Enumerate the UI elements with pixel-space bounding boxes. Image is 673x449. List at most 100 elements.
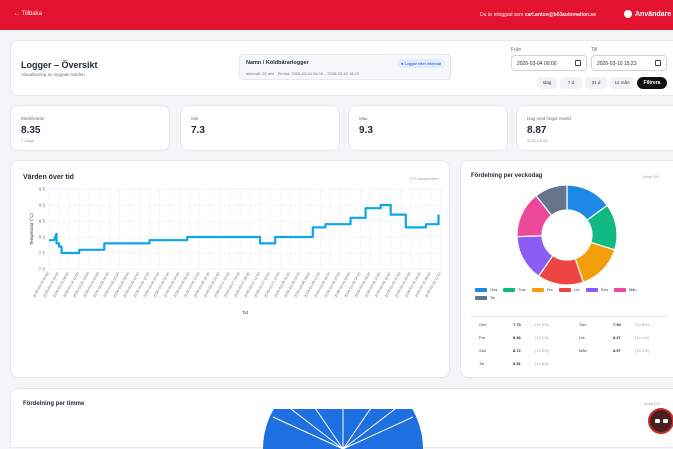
weekday-row: Lör 8.47 (14.1%) [575,335,671,343]
legend-swatch [475,295,487,300]
quick-31d-button[interactable]: 31 d [585,77,607,89]
stat-card-best-day: Dag med högst medel 8.87 2026-03-08 [516,105,673,151]
weekday-day: Lör [579,335,585,340]
legend-swatch [558,287,571,292]
to-date-input[interactable]: 2026-03-10 15:23 [591,55,667,71]
legend-swatch [585,287,598,292]
weekday-day: Sön [479,348,487,353]
weekday-value: 7.94 [613,322,621,327]
weekday-pct: (14.9%) [535,322,550,327]
from-label: Från [511,47,522,53]
y-tick-label: 9.5 [39,187,46,192]
x-axis-label: Tid [242,310,249,315]
legend-item[interactable]: Sön [585,287,608,292]
user-menu[interactable]: Användare⌄ [624,10,673,18]
weekday-row: Tis 8.51 (14.6%) [475,361,571,369]
weekday-row: Tors 7.94 (13.6%) [575,322,671,330]
stat-value: 8.87 [527,125,547,136]
weekday-pct: (13.6%) [635,322,650,327]
legend-swatch [475,287,487,292]
weekday-legend: Ons Tors Fre Lör Sön Mån Tis [475,287,665,303]
stat-sub: 2026-03-08 [527,138,548,143]
user-label: Användare [635,10,672,18]
legend-item[interactable]: Ons [475,287,497,292]
legend-item[interactable]: Tors [503,287,526,292]
weekday-value: 8.36 [513,335,521,340]
hour-title: Fördelning per timme [23,401,85,407]
legend-label: Lör [573,287,580,292]
stat-card-mean: Medelvärde 8.35 7 dagar [10,105,170,151]
logger-name: Namn / Köldbärarlogger [246,60,309,66]
line-chart[interactable]: 7.07.58.08.59.09.52026-03-04 00:002026-0… [11,161,451,379]
stat-label: Dag med högst medel [527,116,572,121]
weekday-day: Fre [479,335,485,340]
legend-label: Mån [628,287,637,292]
weekday-row: Fre 8.36 (14.1%) [475,335,571,343]
legend-label: Tis [490,295,496,300]
weekday-card: Fördelning per veckodag Antal (%) Ons Tor… [460,160,673,378]
legend-item[interactable]: Tis [475,295,495,300]
quick-today-button[interactable]: Idag [537,77,557,89]
back-link[interactable]: ← Tillbaka [14,11,42,17]
page-title: Logger – Översikt [21,60,98,70]
stat-value: 7.3 [191,125,205,136]
weekday-row: Sön 8.72 (14.9%) [475,348,571,356]
quick-12m-button[interactable]: 12 mån [610,77,634,89]
stat-label: Max [359,116,368,121]
calendar-icon[interactable] [575,60,581,66]
legend-item[interactable]: Fre [531,287,553,292]
weekday-value: 8.57 [613,348,621,353]
legend-swatch [503,287,516,292]
stat-label: Min [191,116,199,121]
stat-label: Medelvärde [21,116,45,121]
y-tick-label: 8.5 [39,219,46,224]
hour-card: Fördelning per timme Antal (%) [10,388,673,449]
y-axis-label: Temperatur (°C) [29,212,34,245]
logger-info-box: Namn / Köldbärarlogger ● Loggar efter in… [239,54,451,80]
stat-value: 8.35 [21,125,41,136]
logged-user: carl.anton@b03automation.se [524,12,597,18]
hour-unit: Antal (%) [644,401,661,406]
stat-card-max: Max 9.3 [348,105,508,151]
weekday-value: 7.73 [513,322,521,327]
weekday-day: Tis [479,361,485,366]
legend-label: Fre [546,287,553,292]
legend-swatch [531,287,544,292]
series-line [49,203,440,255]
weekday-value: 8.51 [513,361,521,366]
weekday-row: Ons 7.73 (14.9%) [475,322,571,330]
assistant-bot-icon[interactable] [648,408,673,434]
page-subtitle: Visualisering av loggade värden [21,72,85,77]
weekday-pct: (14.6%) [535,361,550,366]
weekday-pct: (15.2%) [635,348,650,353]
y-tick-label: 8.0 [39,235,46,240]
stat-sub: 7 dagar [21,138,35,143]
logger-meta: Intervall: 20 min Period: 2026-03-04 00:… [246,71,359,76]
stat-value: 9.3 [359,125,373,136]
y-tick-label: 7.5 [39,251,46,256]
legend-item[interactable]: Lör [558,287,580,292]
stat-card-min: Min 7.3 [180,105,340,151]
legend-swatch [613,287,626,292]
interval-badge: ● Loggar efter intervall [397,59,445,68]
weekday-value: 8.47 [613,335,621,340]
to-label: Till [591,47,598,53]
y-tick-label: 9.0 [39,203,46,208]
bot-eye [655,419,660,423]
weekday-value: 8.72 [513,348,521,353]
quick-7d-button[interactable]: 7 d [560,77,582,89]
hour-polar-chart[interactable] [243,409,443,449]
bot-eye [663,419,668,423]
legend-label: Tors [518,287,526,292]
filter-button[interactable]: Filtrera [637,77,667,89]
weekday-donut-chart[interactable] [461,173,673,293]
weekday-pct: (14.9%) [535,348,550,353]
user-icon [624,10,632,18]
calendar-icon[interactable] [655,60,661,66]
legend-item[interactable]: Mån [613,287,637,292]
weekday-row: Mån 8.57 (15.2%) [575,348,671,356]
y-tick-label: 7.0 [39,267,46,272]
from-date-input[interactable]: 2026-03-04 00:00 [511,55,587,71]
weekday-pct: (14.1%) [535,335,550,340]
weekday-day: Mån [579,348,587,353]
